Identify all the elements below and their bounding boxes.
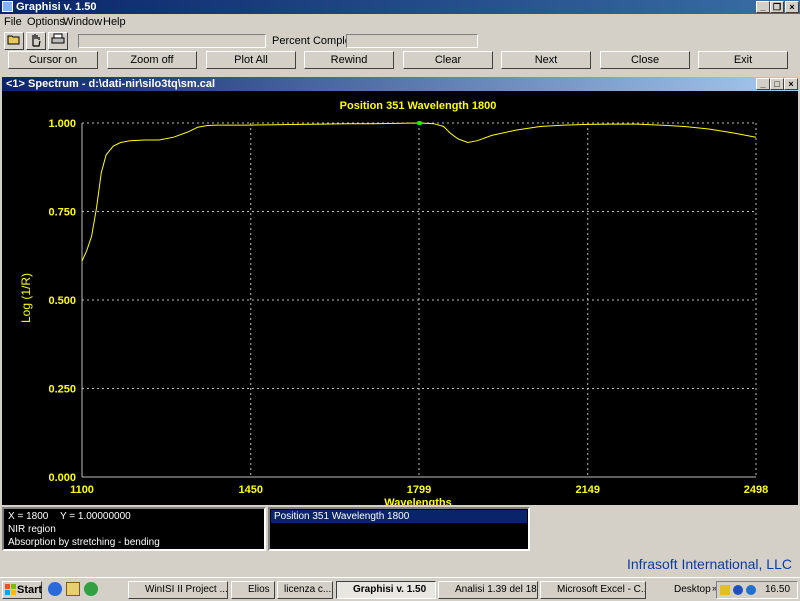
windows-logo-icon bbox=[5, 584, 16, 595]
y-tick-label: 0.250 bbox=[48, 384, 76, 396]
y-tick-label: 0.000 bbox=[48, 472, 76, 484]
menu-options[interactable]: Options bbox=[27, 16, 65, 28]
clock: 16.50 bbox=[765, 584, 791, 595]
outlook-icon[interactable] bbox=[66, 582, 80, 596]
spectrum-window-title: <1> Spectrum - d:\dati-nir\silo3tq\sm.ca… bbox=[6, 78, 216, 90]
system-tray: 16.50 bbox=[716, 581, 798, 599]
start-button[interactable]: Start bbox=[2, 581, 42, 599]
next-button[interactable]: Next bbox=[501, 51, 591, 69]
app-title: Graphisi v. 1.50 bbox=[16, 1, 97, 13]
taskbar-licenza[interactable]: licenza c... bbox=[277, 581, 333, 599]
x-tick-label: 2498 bbox=[744, 484, 768, 496]
windows-taskbar: Start WinISI II Project ... Elios licenz… bbox=[0, 577, 800, 601]
position-list-panel[interactable]: Position 351 Wavelength 1800 bbox=[268, 507, 530, 551]
cursor-x-value: X = 1800 bbox=[8, 511, 49, 522]
minimize-button[interactable]: _ bbox=[756, 1, 770, 13]
spectrum-chart[interactable]: Position 351 Wavelength 1800 Wavelengths… bbox=[2, 91, 798, 509]
open-folder-icon[interactable] bbox=[4, 32, 24, 50]
x-tick-label: 1100 bbox=[70, 484, 94, 496]
menu-help[interactable]: Help bbox=[103, 16, 126, 28]
y-tick-label: 0.750 bbox=[48, 207, 76, 219]
menu-file[interactable]: File bbox=[4, 16, 22, 28]
desktop-toolbar-label[interactable]: Desktop bbox=[674, 584, 711, 595]
restore-button[interactable]: ❐ bbox=[770, 1, 784, 13]
child-close-button[interactable]: × bbox=[784, 78, 798, 90]
menu-window[interactable]: Window bbox=[63, 16, 102, 28]
cursor-y-value: Y = 1.00000000 bbox=[60, 511, 131, 522]
ie-icon[interactable] bbox=[48, 582, 62, 596]
plot-all-button[interactable]: Plot All bbox=[206, 51, 296, 69]
update-icon[interactable] bbox=[746, 585, 756, 595]
taskbar-elios[interactable]: Elios bbox=[231, 581, 275, 599]
y-tick-label: 0.500 bbox=[48, 295, 76, 307]
app-title-bar[interactable]: Graphisi v. 1.50 _ ❐ × bbox=[0, 0, 800, 14]
hand-icon[interactable] bbox=[26, 32, 46, 50]
media-icon[interactable] bbox=[84, 582, 98, 596]
menu-bar: File Options Window Help bbox=[0, 14, 800, 30]
list-item-label: Position 351 Wavelength 1800 bbox=[274, 511, 410, 522]
start-label: Start bbox=[17, 584, 43, 596]
close-window-button[interactable]: × bbox=[785, 1, 799, 13]
taskbar-winisi[interactable]: WinISI II Project ... bbox=[128, 581, 228, 599]
shield-icon[interactable] bbox=[720, 585, 730, 595]
y-tick-label: 1.000 bbox=[48, 118, 76, 130]
close-button[interactable]: Close bbox=[600, 51, 690, 69]
taskbar-analisi[interactable]: Analisi 1.39 del 18... bbox=[438, 581, 538, 599]
status-bar: Infrasoft International, LLC bbox=[0, 552, 800, 576]
network-icon[interactable] bbox=[733, 585, 743, 595]
company-name: Infrasoft International, LLC bbox=[627, 556, 792, 572]
app-icon bbox=[2, 1, 13, 12]
child-maximize-button[interactable]: □ bbox=[770, 78, 784, 90]
spectrum-plot-window[interactable]: Position 351 Wavelength 1800 Wavelengths… bbox=[2, 91, 798, 509]
absorption-text: Absorption by stretching - bending bbox=[8, 537, 160, 548]
cursor-info-panel: X = 1800 Y = 1.00000000 NIR region Absor… bbox=[2, 507, 266, 551]
child-minimize-button[interactable]: _ bbox=[756, 78, 770, 90]
zoom-off-button[interactable]: Zoom off bbox=[107, 51, 197, 69]
status-field bbox=[78, 34, 266, 48]
printer-icon[interactable] bbox=[48, 32, 68, 50]
taskbar-graphisi[interactable]: Graphisi v. 1.50 bbox=[336, 581, 436, 599]
chart-y-axis-label: Log (1/R) bbox=[19, 273, 33, 323]
rewind-button[interactable]: Rewind bbox=[304, 51, 394, 69]
percent-complete-bar bbox=[346, 34, 478, 48]
cursor-marker[interactable] bbox=[417, 121, 422, 125]
region-text: NIR region bbox=[8, 524, 56, 535]
x-tick-label: 1799 bbox=[407, 484, 431, 496]
cursor-on-button[interactable]: Cursor on bbox=[8, 51, 98, 69]
x-tick-label: 2149 bbox=[575, 484, 599, 496]
x-tick-label: 1450 bbox=[238, 484, 262, 496]
exit-button[interactable]: Exit bbox=[698, 51, 788, 69]
selected-list-item[interactable]: Position 351 Wavelength 1800 bbox=[271, 510, 527, 523]
spectrum-window-title-bar[interactable]: <1> Spectrum - d:\dati-nir\silo3tq\sm.ca… bbox=[2, 77, 798, 91]
clear-button[interactable]: Clear bbox=[403, 51, 493, 69]
taskbar-excel[interactable]: Microsoft Excel - C... bbox=[540, 581, 646, 599]
chart-title: Position 351 Wavelength 1800 bbox=[340, 100, 497, 112]
chart-x-axis-label: Wavelengths bbox=[384, 497, 451, 505]
